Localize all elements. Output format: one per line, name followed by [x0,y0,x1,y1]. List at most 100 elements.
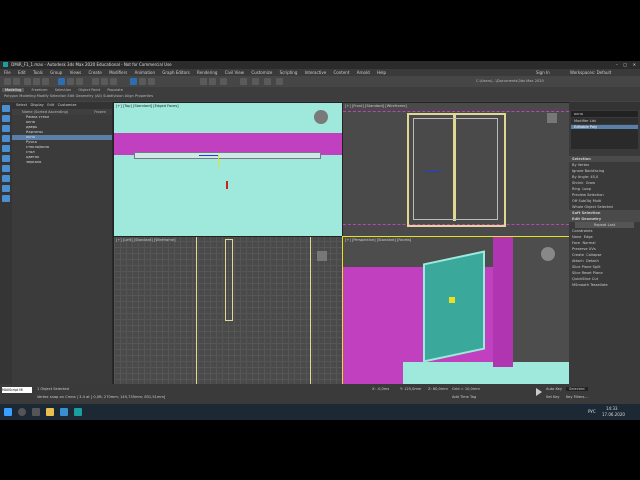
create-button[interactable]: Create [572,253,584,257]
auto-key-button[interactable]: Auto Key [546,387,562,391]
redo-icon[interactable] [13,78,20,85]
close-button[interactable]: ✕ [633,61,636,69]
modifier-list-dropdown[interactable]: Modifier List [571,118,638,124]
maxscript-listener[interactable]: MAXScript Mi [2,387,32,393]
browser-icon[interactable] [60,408,68,416]
bind-icon[interactable] [42,78,49,85]
viewport-perspective[interactable]: [+] [Perspective] [Standard] [Facets] [342,236,570,393]
ribbon-subpanels[interactable]: Polygon Modeling Modify Selection Edit G… [4,94,153,98]
coord-x[interactable]: X: -0,0ms [372,387,389,391]
slice-plane-button[interactable]: Slice Plane [572,265,591,269]
viewcube-persp-icon[interactable] [541,247,555,261]
split-checkbox[interactable]: Split [593,265,601,269]
shape-filter-icon[interactable] [2,155,10,162]
layer-tool-icon[interactable] [2,125,10,132]
hierarchy-tool-icon[interactable] [2,135,10,142]
menu-item-group[interactable]: Group [50,70,62,75]
collapse-button[interactable]: Collapse [586,253,601,257]
object-name-field[interactable]: окно [571,111,638,117]
preview-subobj-radio[interactable]: SubObj [578,199,591,203]
tab-modeling[interactable]: Modeling [2,88,25,92]
explorer-icon[interactable] [46,408,54,416]
snap-icon[interactable] [130,78,137,85]
slice-button[interactable]: Slice [572,271,580,275]
sign-in-button[interactable]: Sign In [536,69,550,76]
preview-multi-radio[interactable]: Multi [593,199,602,203]
display-tool-icon[interactable] [2,115,10,122]
constraint-edge-radio[interactable]: Edge [584,235,593,239]
add-time-tag[interactable]: Add Time Tag [452,395,476,399]
menu-item-customize[interactable]: Customize [251,70,272,75]
preview-off-radio[interactable]: Off [572,199,577,203]
quickslice-button[interactable]: QuickSlice [572,277,591,281]
viewport-front-label[interactable]: [+] [Front] [Standard] [Wireframe] [345,104,407,108]
coord-z[interactable]: Z: 60,0mm [428,387,448,391]
menu-item-file[interactable]: File [4,70,11,75]
coord-y[interactable]: Y: 125,0mm [400,387,421,391]
list-item[interactable]: зеркало [12,160,112,165]
play-icon[interactable] [536,388,542,396]
detach-button[interactable]: Detach [586,259,599,263]
spacewarp-filter-icon[interactable] [2,195,10,202]
grow-button[interactable]: Grow [586,181,595,185]
select-by-name-icon[interactable] [67,78,74,85]
select-icon[interactable] [58,78,65,85]
light-filter-icon[interactable] [2,165,10,172]
viewport-top[interactable]: [+] [Top] [Standard] [Edged Faces] [113,102,343,237]
key-filters-button[interactable]: Key Filters... [566,395,588,399]
viewport-left[interactable]: [+] [Left] [Standard] [Wireframe] [113,236,343,393]
stack-item-editable-poly[interactable]: Editable Poly [571,125,638,129]
select-tool-icon[interactable] [2,105,10,112]
layers-icon[interactable] [220,78,227,85]
tab-freeform[interactable]: Freeform [32,88,48,92]
constraint-face-radio[interactable]: Face [572,241,580,245]
taskview-icon[interactable] [32,408,40,416]
menu-item-animation[interactable]: Animation [135,70,155,75]
move-icon[interactable] [92,78,99,85]
scene-menu-customize[interactable]: Customize [58,103,77,107]
name-column-header[interactable]: Name (Sorted Ascending) [22,110,68,114]
reset-plane-button[interactable]: Reset Plane [582,271,603,275]
menu-item-civil-view[interactable]: Civil View [225,70,244,75]
undo-icon[interactable] [4,78,11,85]
menu-item-help[interactable]: Help [377,70,386,75]
scene-menu-edit[interactable]: Edit [47,103,54,107]
menu-item-create[interactable]: Create [88,70,101,75]
menu-item-modifiers[interactable]: Modifiers [109,70,127,75]
viewcube-front-icon[interactable] [547,113,557,123]
align-icon[interactable] [209,78,216,85]
menu-item-rendering[interactable]: Rendering [197,70,217,75]
selected-dropdown[interactable]: Selected [566,387,588,391]
link-icon[interactable] [24,78,31,85]
material-editor-icon[interactable] [252,78,259,85]
loop-button[interactable]: Loop [582,187,591,191]
shrink-button[interactable]: Shrink [572,181,583,185]
viewport-top-label[interactable]: [+] [Top] [Standard] [Edged Faces] [116,104,179,108]
angle-snap-icon[interactable] [139,78,146,85]
menu-item-graph-editors[interactable]: Graph Editors [162,70,189,75]
tessellate-button[interactable]: Tessellate [590,283,608,287]
constraint-none-radio[interactable]: None [572,235,581,239]
clock-date[interactable]: 17.06.2020 [602,412,625,417]
minimize-button[interactable]: – [616,61,618,69]
menu-item-tools[interactable]: Tools [33,70,43,75]
viewport-left-label[interactable]: [+] [Left] [Standard] [Wireframe] [116,238,176,242]
tab-object-paint[interactable]: Object Paint [78,88,100,92]
scene-menu-display[interactable]: Display [31,103,44,107]
render-setup-icon[interactable] [264,78,271,85]
maximize-button[interactable]: □ [623,61,627,69]
mirror-icon[interactable] [200,78,207,85]
start-icon[interactable] [4,408,12,416]
ring-button[interactable]: Ring [572,187,580,191]
scale-icon[interactable] [110,78,117,85]
viewport-front[interactable]: [+] [Front] [Standard] [Wireframe] [342,102,570,237]
geometry-filter-icon[interactable] [2,145,10,152]
attach-button[interactable]: Attach [572,259,584,263]
menu-item-content[interactable]: Content [334,70,350,75]
curve-editor-icon[interactable] [240,78,247,85]
unlink-icon[interactable] [33,78,40,85]
constraint-normal-radio[interactable]: Normal [582,241,595,245]
viewcube-left-icon[interactable] [317,251,327,261]
camera-filter-icon[interactable] [2,175,10,182]
set-key-button[interactable]: Set Key [546,395,560,399]
